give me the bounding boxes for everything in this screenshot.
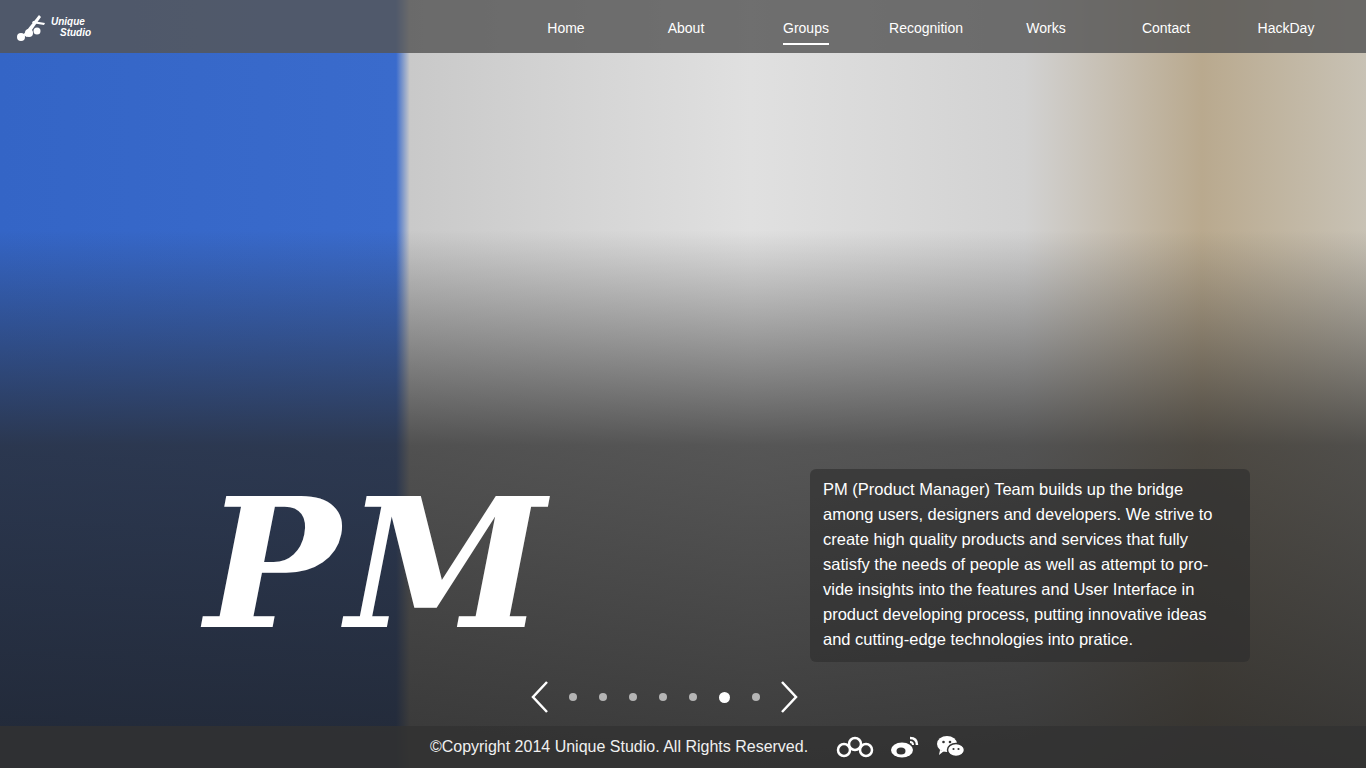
nav-item[interactable]: Contact	[1106, 9, 1226, 45]
nav-item[interactable]: HackDay	[1226, 9, 1346, 45]
chevron-right-icon[interactable]	[778, 680, 800, 714]
copyright: ©Copyright 2014 Unique Studio. All Right…	[430, 738, 808, 756]
carousel-dot[interactable]	[689, 693, 697, 701]
carousel-dot[interactable]	[719, 692, 730, 703]
carousel-dot[interactable]	[629, 693, 637, 701]
nav-item[interactable]: About	[626, 9, 746, 45]
carousel-dot[interactable]	[659, 693, 667, 701]
nav-item[interactable]: Groups	[746, 9, 866, 45]
nav-item[interactable]: Home	[506, 9, 626, 45]
nav-item[interactable]: Works	[986, 9, 1106, 45]
group-description: PM (Product Manager) Team builds up the …	[810, 469, 1250, 662]
nav-item[interactable]: Recognition	[866, 9, 986, 45]
logo-line: Unique	[51, 16, 91, 27]
carousel-dots	[569, 692, 760, 703]
logo-text: UniqueStudio	[51, 16, 91, 38]
nav-label: About	[668, 17, 705, 45]
nav-label: HackDay	[1258, 17, 1315, 45]
main-nav: Home About Groups Recognition Works Contact Ha…	[506, 9, 1366, 45]
unique-studio-icon[interactable]	[836, 735, 874, 759]
carousel-dot[interactable]	[569, 693, 577, 701]
logo[interactable]: UniqueStudio	[15, 11, 91, 43]
carousel-dot[interactable]	[752, 693, 760, 701]
group-title: PM	[205, 469, 810, 659]
nav-label: Contact	[1142, 17, 1190, 45]
weibo-icon[interactable]	[890, 735, 920, 759]
wechat-icon[interactable]	[936, 734, 966, 760]
footer: ©Copyright 2014 Unique Studio. All Right…	[0, 726, 1366, 768]
hero: PM PM (Product Manager) Team builds up t…	[0, 53, 1366, 726]
nav-label: Groups	[783, 17, 829, 45]
nav-label: Works	[1026, 17, 1065, 45]
chevron-left-icon[interactable]	[529, 680, 551, 714]
groups-page: UniqueStudio Home About Groups Recognition W…	[0, 0, 1366, 768]
social-links	[836, 734, 966, 760]
top-nav-bar: UniqueStudio Home About Groups Recognition W…	[0, 0, 1366, 53]
carousel-controls	[0, 680, 1366, 714]
carousel-dot[interactable]	[599, 693, 607, 701]
unique-studio-logo-icon	[15, 11, 49, 43]
logo-line: Studio	[51, 27, 91, 38]
nav-label: Recognition	[889, 17, 963, 45]
nav-label: Home	[547, 17, 584, 45]
